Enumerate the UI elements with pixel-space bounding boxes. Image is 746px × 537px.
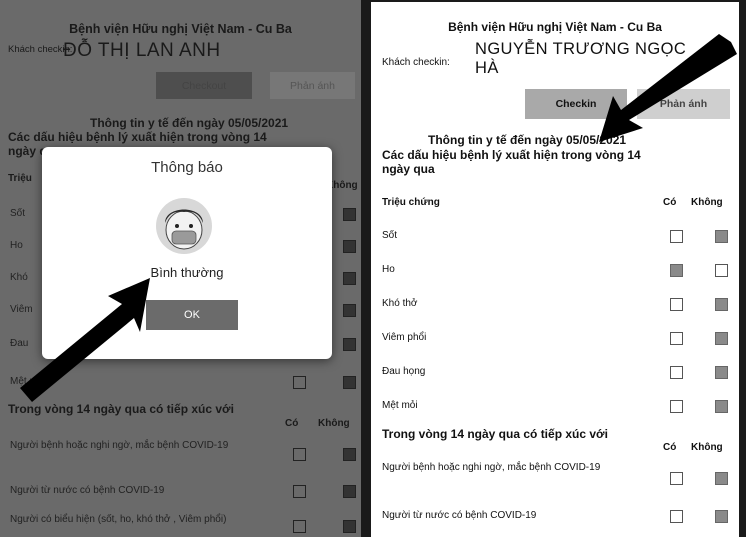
col-symptom-header: Triệu chứng: [382, 197, 440, 208]
medical-info-heading: Thông tin y tế đến ngày 05/05/2021: [428, 133, 627, 147]
yes-checkbox[interactable]: [670, 472, 683, 485]
symptom-label: Sốt: [382, 230, 398, 241]
symptoms-heading-cont: ngày qua: [382, 162, 435, 176]
ok-button[interactable]: OK: [146, 300, 238, 330]
yes-checkbox[interactable]: [670, 264, 683, 277]
no-checkbox[interactable]: [343, 304, 356, 317]
no-checkbox[interactable]: [715, 264, 728, 277]
yes-checkbox[interactable]: [670, 366, 683, 379]
no-checkbox[interactable]: [715, 510, 728, 523]
symptom-row: Đau họng: [382, 358, 732, 388]
contact-heading: Trong vòng 14 ngày qua có tiếp xúc với: [382, 427, 608, 441]
symptom-row: Sốt: [382, 222, 732, 252]
no-checkbox[interactable]: [343, 448, 356, 461]
symptoms-heading: Các dấu hiệu bệnh lý xuất hiện trong vòn…: [8, 130, 267, 144]
yes-checkbox[interactable]: [670, 298, 683, 311]
col-no-header: Không: [691, 197, 723, 208]
col-no-header: Không: [691, 442, 723, 453]
contact-row: Người từ nước có bệnh COVID-19: [10, 477, 356, 507]
symptom-row: Mệt mỏi: [382, 392, 732, 422]
contact-row: Người bệnh hoặc nghi ngờ, mắc bệnh COVID…: [10, 436, 356, 472]
guest-name: NGUYỄN TRƯƠNG NGỌC HÀ: [475, 40, 725, 78]
guest-name-line1: NGUYỄN TRƯƠNG NGỌC: [475, 40, 687, 58]
no-checkbox[interactable]: [343, 208, 356, 221]
right-phone-screen: Bệnh viện Hữu nghị Việt Nam - Cu Ba Khác…: [371, 2, 739, 537]
yes-checkbox[interactable]: [670, 510, 683, 523]
contact-label: Người có biểu hiện (sốt, ho, khó thở , V…: [10, 514, 227, 525]
symptom-row: Mệt mỏi: [10, 368, 356, 398]
symptom-row: Viêm phổi: [382, 324, 732, 354]
col-symptom-header: Triệu: [8, 173, 32, 184]
col-no-header: Không: [318, 418, 350, 429]
symptom-label: Mệt mỏi: [382, 400, 418, 411]
hospital-title: Bệnh viện Hữu nghị Việt Nam - Cu Ba: [69, 22, 292, 36]
symptom-label: Viêm: [10, 304, 33, 315]
symptom-row: Ho: [382, 256, 732, 286]
screenshot-composite: Bệnh viện Hữu nghị Việt Nam - Cu Ba Khác…: [0, 0, 746, 537]
symptom-label: Viêm phổi: [382, 332, 427, 343]
contact-row: Người từ nước có bệnh COVID-19: [382, 502, 732, 532]
symptom-label: Mệt mỏi: [10, 376, 46, 387]
feedback-button[interactable]: Phản ánh: [637, 89, 730, 119]
col-yes-header: Có: [663, 197, 677, 208]
no-checkbox[interactable]: [343, 338, 356, 351]
dialog-message: Bình thường: [150, 265, 224, 280]
yes-checkbox[interactable]: [670, 400, 683, 413]
contact-label: Người bệnh hoặc nghi ngờ, mắc bệnh COVID…: [382, 462, 601, 473]
hospital-title: Bệnh viện Hữu nghị Việt Nam - Cu Ba: [448, 20, 662, 34]
col-yes-header: Có: [285, 418, 299, 429]
symptom-label: Khó thở: [382, 298, 418, 309]
contact-row: Người có biểu hiện (sốt, ho, khó thở , V…: [10, 510, 356, 537]
guest-name: ĐỖ THỊ LAN ANH: [63, 40, 221, 61]
no-checkbox[interactable]: [715, 366, 728, 379]
contact-label: Người từ nước có bệnh COVID-19: [10, 485, 165, 496]
masked-face-icon: [156, 198, 212, 254]
symptoms-heading: Các dấu hiệu bệnh lý xuất hiện trong vòn…: [382, 148, 641, 162]
col-yes-header: Có: [663, 442, 677, 453]
yes-checkbox[interactable]: [293, 376, 306, 389]
symptom-label: Đau họng: [382, 366, 426, 377]
symptom-label: Ho: [10, 240, 23, 251]
contact-heading: Trong vòng 14 ngày qua có tiếp xúc với: [8, 402, 234, 416]
symptom-label: Đau: [10, 338, 29, 349]
symptom-label: Khó: [10, 272, 28, 283]
medical-info-heading: Thông tin y tế đến ngày 05/05/2021: [90, 116, 289, 130]
dialog-title: Thông báo: [151, 159, 223, 176]
notification-dialog: Thông báo Bình thường OK: [42, 147, 332, 359]
contact-label: Người từ nước có bệnh COVID-19: [382, 510, 537, 521]
checkin-button[interactable]: Checkin: [525, 89, 627, 119]
guest-label: Khách checkin:: [382, 57, 450, 68]
no-checkbox[interactable]: [343, 272, 356, 285]
feedback-button[interactable]: Phản ánh: [270, 72, 355, 99]
guest-name-line2: HÀ: [475, 59, 499, 77]
yes-checkbox[interactable]: [670, 332, 683, 345]
symptom-label: Sốt: [10, 208, 26, 219]
yes-checkbox[interactable]: [293, 485, 306, 498]
no-checkbox[interactable]: [343, 520, 356, 533]
no-checkbox[interactable]: [715, 472, 728, 485]
yes-checkbox[interactable]: [293, 448, 306, 461]
contact-row: Người bệnh hoặc nghi ngờ, mắc bệnh COVID…: [382, 458, 732, 498]
no-checkbox[interactable]: [343, 485, 356, 498]
checkout-button[interactable]: Checkout: [156, 72, 252, 99]
no-checkbox[interactable]: [343, 376, 356, 389]
yes-checkbox[interactable]: [293, 520, 306, 533]
left-phone-screen: Bệnh viện Hữu nghị Việt Nam - Cu Ba Khác…: [0, 0, 361, 537]
no-checkbox[interactable]: [715, 298, 728, 311]
no-checkbox[interactable]: [715, 230, 728, 243]
no-checkbox[interactable]: [715, 332, 728, 345]
symptom-label: Ho: [382, 264, 395, 275]
yes-checkbox[interactable]: [670, 230, 683, 243]
symptom-row: Khó thở: [382, 290, 732, 320]
no-checkbox[interactable]: [715, 400, 728, 413]
contact-label: Người bệnh hoặc nghi ngờ, mắc bệnh COVID…: [10, 440, 229, 451]
no-checkbox[interactable]: [343, 240, 356, 253]
